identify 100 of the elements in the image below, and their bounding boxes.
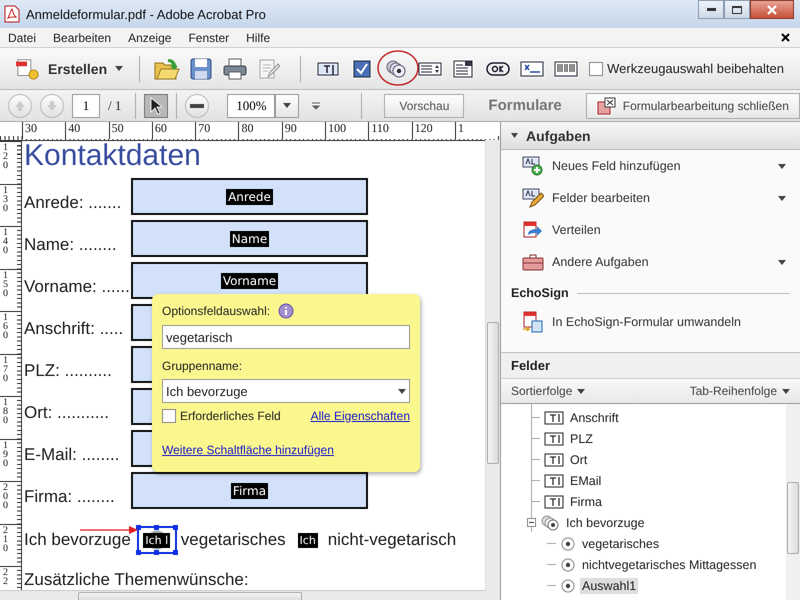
menu-item[interactable]: Fenster [188,30,230,46]
tree-item[interactable]: Ich bevorzuge [501,512,786,533]
vertical-scrollbar[interactable] [786,404,800,600]
task-item[interactable]: Andere Aufgaben [501,246,800,278]
document-star-icon [16,56,40,80]
checkbox-label: Erforderliches Feld [180,409,281,423]
checkbox[interactable] [162,409,176,423]
signature-tool-icon[interactable] [520,61,544,76]
save-icon[interactable] [190,58,212,80]
close-form-editing-button[interactable]: Formularbearbeitung schließen [586,92,800,118]
text-field-tool-icon[interactable] [318,62,339,76]
all-properties-link[interactable]: Alle Eigenschaften [310,409,410,423]
menu-item[interactable]: Hilfe [246,30,270,46]
tab-order-button[interactable]: Tab-Reihenfolge [690,384,790,398]
radio-icon [560,556,576,572]
minimize-button[interactable] [698,0,724,19]
tree-item[interactable]: PLZ [501,428,786,449]
group-name-dropdown[interactable]: Ich bevorzuge [162,379,410,403]
add-button-link[interactable]: Weitere Schaltfläche hinzufügen [162,443,410,457]
maximize-button[interactable] [724,0,750,19]
option-label: vegetarisches [180,530,286,550]
form-field[interactable]: Firma [131,472,368,509]
field-name-tag: Ich l [143,532,170,548]
tree-item[interactable]: Auswahl1 [501,575,786,596]
ruler-label: 120 [3,143,8,170]
panel-title: Felder [501,352,800,379]
close-button[interactable] [750,0,794,19]
menu-caret-icon [778,260,786,264]
ruler-label: 70 [198,122,210,135]
horizontal-scrollbar[interactable] [0,590,500,600]
form-label: Vorname: ...... [24,277,131,298]
add-field-icon [522,156,544,176]
panel-header[interactable]: Aufgaben [501,122,800,150]
tree-item[interactable]: nichtvegetarisches Mittagessen [501,554,786,575]
close-form-icon [596,96,617,114]
ruler-label: 150 [3,270,8,298]
field-name-tag: Ich [298,532,318,548]
close-icon[interactable] [781,33,790,42]
checkbox-label: Werkzeugauswahl beibehalten [607,61,784,76]
radio-button[interactable]: Ich l [138,528,175,552]
menu-caret-icon [778,164,786,168]
form-field[interactable]: Anrede [131,178,368,215]
checkbox-tool-icon[interactable] [354,60,371,77]
info-icon[interactable] [278,303,294,319]
maximize-icon [732,6,742,14]
minimize-icon [706,8,716,11]
printer-icon[interactable] [223,58,248,80]
task-item[interactable]: Verteilen [501,214,800,246]
tree-item[interactable]: Ort [501,449,786,470]
option-label: nicht-vegetarisch [328,530,456,550]
tree-item[interactable]: Firma [501,491,786,512]
tree-item[interactable]: vegetarisches [501,533,786,554]
form-label: Firma: ........ [24,487,116,508]
option-value-field[interactable]: vegetarisch [162,325,410,349]
radio-button-tool-icon[interactable] [386,60,406,77]
form-field[interactable]: Name [131,220,368,257]
barcode-tool-icon[interactable] [554,61,578,76]
tree-item[interactable]: EMail [501,470,786,491]
page-number-field[interactable]: 1 [72,94,100,118]
task-item[interactable]: Neues Feld hinzufügen [501,150,800,182]
question-text: Ich bevorzuge [24,530,131,550]
section-title: EchoSign [511,286,569,300]
form-label: Anschrift: ..... [24,319,124,340]
ruler-label: 170 [3,356,8,382]
ruler-label: 30 [25,122,37,135]
more-tools-icon[interactable] [311,102,322,110]
radio-icon [560,536,576,552]
collapse-button[interactable] [527,518,536,527]
dropdown-tool-icon[interactable] [454,60,473,77]
up-arrow-icon [14,100,26,112]
preview-button[interactable]: Vorschau [384,94,464,118]
zoom-out-button[interactable] [185,94,210,118]
select-tool-button[interactable] [144,94,168,118]
ruler-label: 40 [68,122,80,135]
close-icon [767,4,777,14]
popup-label: Gruppenname: [162,359,244,373]
open-folder-icon[interactable] [154,56,180,80]
radio-button[interactable]: Ich [294,528,322,552]
form-label: E-Mail: ........ [24,445,120,466]
edit-document-icon[interactable] [258,58,280,80]
tree-item[interactable]: Anschrift [501,407,786,428]
button-tool-icon[interactable] [486,62,510,76]
menu-item[interactable]: Bearbeiten [53,30,112,46]
field-name-tag: Name [230,230,270,246]
vertical-scrollbar[interactable] [485,140,500,591]
radio-group-icon [540,514,560,530]
task-item[interactable]: In EchoSign-Formular umwandeln [501,306,800,338]
sort-order-button[interactable]: Sortierfolge [511,384,586,398]
zoom-field[interactable]: 100% [227,94,276,118]
zoom-dropdown-button[interactable] [275,94,300,118]
convert-form-icon [522,311,544,333]
form-label: Anrede: ....... [24,193,122,214]
create-button[interactable]: Erstellen [12,54,128,82]
checkbox[interactable] [589,62,604,76]
minus-icon [190,104,204,108]
task-item[interactable]: Felder bearbeiten [501,182,800,214]
ruler-label: 180 [3,398,8,425]
menu-item[interactable]: Datei [8,30,36,46]
menu-item[interactable]: Anzeige [128,30,172,46]
list-box-tool-icon[interactable] [418,62,442,75]
